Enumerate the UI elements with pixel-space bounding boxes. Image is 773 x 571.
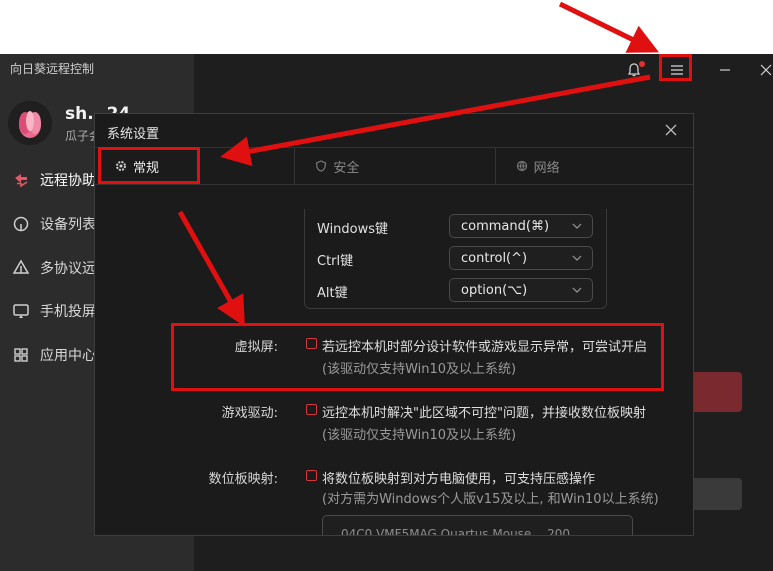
- background-primary-button[interactable]: [690, 372, 742, 412]
- ctrl-key-select[interactable]: control(^): [449, 246, 593, 270]
- dialog-close-icon[interactable]: [663, 122, 679, 138]
- select-value: option(⌥): [461, 282, 528, 298]
- windows-key-select[interactable]: command(⌘): [449, 214, 593, 238]
- select-value: control(^): [461, 250, 528, 266]
- sidebar-item-label: 远程协助: [40, 173, 96, 189]
- minimize-icon[interactable]: [711, 58, 739, 82]
- virtual-screen-highlight-box: [171, 323, 664, 391]
- shield-icon: [315, 160, 327, 172]
- sidebar-item-label: 设备列表: [40, 217, 96, 233]
- app-title: 向日葵远程控制: [10, 62, 95, 76]
- tablet-mapping-label: 数位板映射:: [208, 472, 278, 487]
- tablet-mapping-description: 将数位板映射到对方电脑使用，可支持压感操作: [322, 472, 596, 487]
- tab-label: 网络: [533, 160, 560, 176]
- background-secondary-button[interactable]: [690, 478, 742, 510]
- app-center-icon: [10, 344, 32, 366]
- chevron-down-icon: [572, 255, 582, 261]
- tulip-avatar-icon: [8, 101, 52, 145]
- menu-highlight-box: [659, 54, 692, 81]
- chevron-down-icon: [572, 287, 582, 293]
- arrow-to-menu: [558, 1, 659, 53]
- globe-icon: [516, 160, 528, 172]
- tablet-mapping-checkbox[interactable]: [306, 470, 317, 481]
- select-value: command(⌘): [461, 218, 550, 234]
- alt-key-select[interactable]: option(⌥): [449, 278, 593, 302]
- screen-cast-icon: [10, 300, 32, 322]
- key-label-alt: Alt键: [317, 286, 348, 301]
- key-label-windows: Windows键: [317, 222, 389, 237]
- sidebar-item-label: 手机投屏: [40, 304, 96, 320]
- general-tab-highlight-box: [98, 147, 200, 184]
- key-mapping-panel: Windows键 command(⌘) Ctrl键 control(^) Alt…: [304, 209, 607, 309]
- avatar[interactable]: [8, 101, 52, 145]
- game-driver-label: 游戏驱动:: [221, 406, 278, 421]
- tab-security[interactable]: 安全: [295, 148, 496, 184]
- notification-dot: [639, 61, 645, 67]
- chevron-down-icon: [572, 223, 582, 229]
- remote-assist-icon: [10, 169, 32, 191]
- tablet-device-select[interactable]: 04C0 VMF5MAG Quartus Mouse… 200: [322, 515, 633, 536]
- tablet-mapping-note: (对方需为Windows个人版v15及以上, 和Win10以上系统): [322, 492, 659, 507]
- tab-network[interactable]: 网络: [496, 148, 693, 184]
- game-driver-note: (该驱动仅支持Win10及以上系统): [322, 428, 517, 443]
- game-driver-checkbox[interactable]: [306, 404, 317, 415]
- notification-bell-icon[interactable]: [620, 58, 648, 82]
- key-label-ctrl: Ctrl键: [317, 254, 354, 269]
- close-icon[interactable]: [752, 58, 773, 82]
- device-select-value: 04C0 VMF5MAG Quartus Mouse… 200: [341, 527, 571, 536]
- dialog-title: 系统设置: [107, 127, 160, 142]
- multi-protocol-icon: [10, 257, 32, 279]
- device-list-icon: [10, 213, 32, 235]
- tab-label: 安全: [333, 160, 360, 176]
- game-driver-description: 远控本机时解决"此区域不可控"问题，并接收数位板映射: [322, 406, 646, 421]
- sidebar-item-label: 应用中心: [40, 348, 96, 364]
